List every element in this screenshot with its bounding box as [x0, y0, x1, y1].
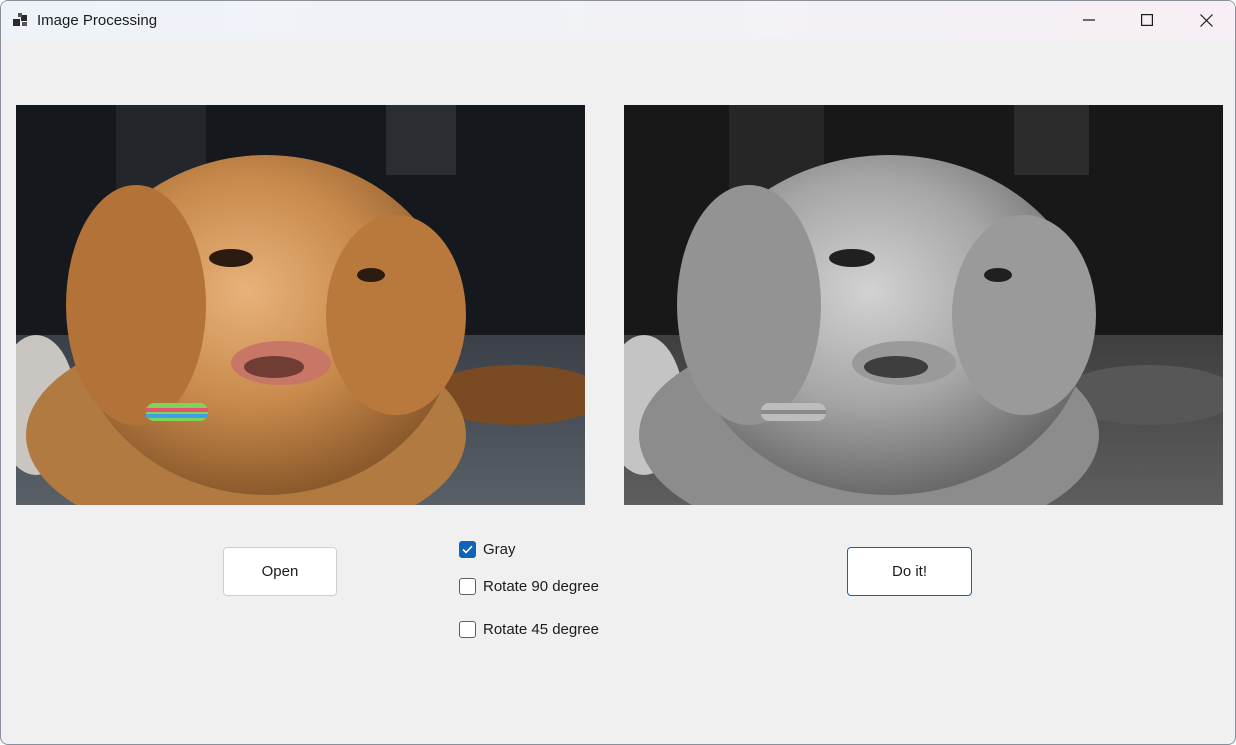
rotate-45-option[interactable]: Rotate 45 degree: [459, 620, 599, 638]
maximize-icon: [1141, 14, 1153, 26]
gray-option[interactable]: Gray: [459, 540, 516, 558]
dog-photo-grayscale: [624, 105, 1223, 505]
rotate-90-label: Rotate 90 degree: [483, 577, 599, 595]
gray-checkbox[interactable]: [459, 540, 476, 558]
rotate-90-checkbox[interactable]: [459, 577, 476, 595]
gray-label: Gray: [483, 540, 516, 558]
window-title: Image Processing: [37, 12, 158, 29]
minimize-icon: [1083, 14, 1095, 26]
minimize-button[interactable]: [1060, 1, 1118, 39]
dog-photo-color: [16, 105, 585, 505]
rotate-45-checkbox[interactable]: [459, 620, 476, 638]
close-button[interactable]: [1177, 1, 1235, 39]
checkmark-icon: [462, 545, 473, 554]
app-windows-icon: [13, 12, 29, 28]
rotate-45-label: Rotate 45 degree: [483, 620, 599, 638]
maximize-button[interactable]: [1118, 1, 1176, 39]
open-button[interactable]: Open: [223, 547, 337, 596]
app-window: Image Processing Open Gray Rotate 90 deg…: [0, 0, 1236, 745]
do-it-button[interactable]: Do it!: [847, 547, 972, 596]
title-bar[interactable]: Image Processing: [1, 1, 1235, 39]
close-icon: [1199, 13, 1213, 27]
original-image-box: [16, 105, 585, 505]
rotate-90-option[interactable]: Rotate 90 degree: [459, 577, 599, 595]
processed-image-box: [624, 105, 1223, 505]
